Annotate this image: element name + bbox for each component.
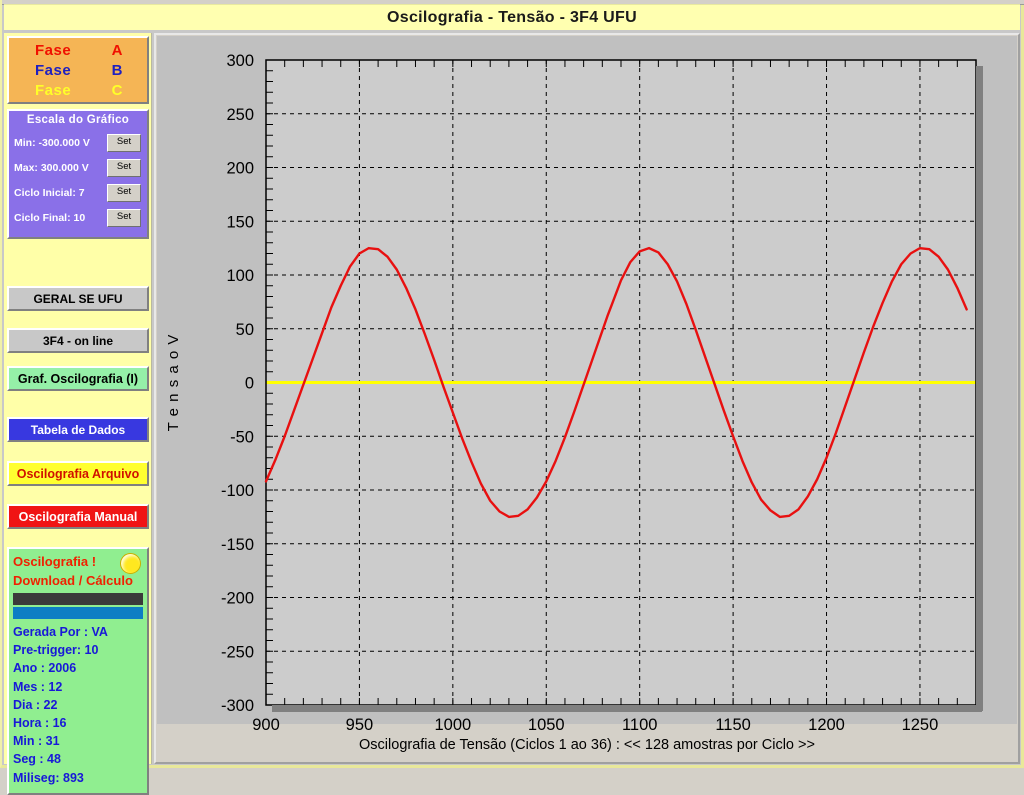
scale-max-set-button[interactable]: Set: [107, 158, 141, 177]
info-seg: Seg : 48: [13, 752, 61, 767]
nav-button-geral-se-ufu[interactable]: GERAL SE UFU: [7, 286, 149, 311]
info-min: Min : 31: [13, 734, 60, 749]
svg-text:1000: 1000: [434, 716, 471, 734]
application-window: Oscilografia - Tensão - 3F4 UFU Fase A F…: [0, 0, 1024, 795]
status-header: Oscilografia ! Download / Cálculo: [13, 552, 143, 592]
page-title: Oscilografia - Tensão - 3F4 UFU: [387, 8, 637, 26]
window-titlebar: Oscilografia - Tensão - 3F4 UFU: [4, 4, 1020, 30]
scale-min-set-button[interactable]: Set: [107, 133, 141, 152]
status-led-icon: [120, 553, 141, 574]
sidebar: Fase A Fase B Fase C Escala do Gráfico M…: [4, 33, 152, 795]
svg-text:1200: 1200: [808, 716, 845, 734]
svg-text:T e n s a o V: T e n s a o V: [165, 334, 182, 432]
svg-text:250: 250: [226, 106, 254, 124]
svg-text:1150: 1150: [715, 716, 750, 734]
scale-min-label: Min: -300.000 V: [14, 136, 90, 149]
info-hora: Hora : 16: [13, 716, 67, 731]
svg-text:-150: -150: [221, 536, 254, 554]
info-mes: Mes : 12: [13, 679, 63, 694]
svg-text:-50: -50: [230, 428, 254, 446]
nav-button-graf-oscilografia[interactable]: Graf. Oscilografia (I): [7, 366, 149, 391]
oscillography-chart[interactable]: 900 950 1000 1050 1100 1150 1200 1250-300-250-2…: [156, 35, 1018, 735]
legend-phase-a: A: [111, 42, 123, 59]
cycle-start-label: Ciclo Inicial: 7: [14, 186, 85, 199]
svg-text:200: 200: [226, 160, 254, 178]
legend-label-c: Fase: [35, 82, 72, 99]
legend-label-b: Fase: [35, 62, 72, 79]
legend-row-a: Fase A: [9, 41, 147, 61]
cycle-end-set-button[interactable]: Set: [107, 208, 141, 227]
svg-text:150: 150: [226, 213, 254, 231]
legend-phase-c: C: [111, 82, 123, 99]
svg-text:1100: 1100: [622, 716, 657, 734]
progress-bar-dark: [13, 593, 143, 605]
svg-text:1050: 1050: [528, 716, 565, 734]
nav-button-tabela-de-dados[interactable]: Tabela de Dados: [7, 417, 149, 442]
info-ano: Ano : 2006: [13, 661, 77, 676]
cycle-end-label: Ciclo Final: 10: [14, 211, 86, 224]
graph-scale-panel: Escala do Gráfico Min: -300.000 V Set Ma…: [7, 109, 149, 239]
svg-text:900: 900: [252, 716, 280, 734]
nav-button-3f4-online[interactable]: 3F4 - on line: [7, 328, 149, 353]
status-panel: Oscilografia ! Download / Cálculo Gerada…: [7, 547, 149, 795]
nav-button-oscilografia-arquivo[interactable]: Oscilografia Arquivo: [7, 461, 149, 486]
legend-row-c: Fase C: [9, 81, 147, 101]
scale-row-cycle-start: Ciclo Inicial: 7 Set: [9, 180, 147, 205]
svg-text:1250: 1250: [902, 716, 939, 734]
status-title-line2: Download / Cálculo: [13, 573, 133, 588]
scale-row-max: Max: 300.000 V Set: [9, 155, 147, 180]
graph-scale-title: Escala do Gráfico: [26, 114, 130, 126]
info-pre-trigger: Pre-trigger: 10: [13, 643, 99, 658]
legend-label-a: Fase: [35, 42, 72, 59]
x-axis-title: Oscilografia de Tensão (Ciclos 1 ao 36) …: [359, 737, 815, 753]
svg-text:0: 0: [245, 375, 254, 393]
svg-text:-250: -250: [221, 643, 254, 661]
scale-row-cycle-end: Ciclo Final: 10 Set: [9, 205, 147, 230]
svg-text:300: 300: [226, 52, 254, 70]
svg-text:50: 50: [236, 321, 254, 339]
info-dia: Dia : 22: [13, 697, 58, 712]
legend-phase-b: B: [111, 62, 123, 79]
nav-button-oscilografia-manual[interactable]: Oscilografia Manual: [7, 504, 149, 529]
svg-text:-300: -300: [221, 697, 254, 715]
cycle-start-set-button[interactable]: Set: [107, 183, 141, 202]
chart-container: 900 950 1000 1050 1100 1150 1200 1250 -300 -250 -2…: [154, 33, 1020, 764]
scale-max-label: Max: 300.000 V: [14, 161, 89, 174]
svg-text:-100: -100: [221, 482, 254, 500]
phase-legend-panel: Fase A Fase B Fase C: [7, 36, 149, 104]
info-gerada-por: Gerada Por : VA: [13, 625, 108, 639]
legend-row-b: Fase B: [9, 61, 147, 81]
scale-row-min: Min: -300.000 V Set: [9, 130, 147, 155]
svg-text:100: 100: [226, 267, 254, 285]
svg-text:-200: -200: [221, 590, 254, 608]
progress-bar-blue: [13, 607, 143, 619]
info-miliseg: Miliseg: 893: [13, 770, 84, 785]
svg-text:950: 950: [346, 716, 374, 734]
